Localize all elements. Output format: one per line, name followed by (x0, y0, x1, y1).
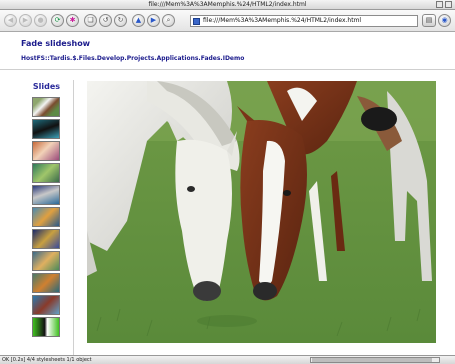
history-forward-icon[interactable]: ↻ (114, 14, 127, 27)
thumbnail-list (32, 97, 60, 339)
page-title: Fade slideshow (21, 39, 91, 48)
page-path: HostFS::Tardis.$.Files.Develop.Projects.… (21, 55, 245, 62)
window-title: file:///Mem%3A%3AMemphis.%24/HTML2/index… (148, 1, 307, 8)
forward-icon[interactable]: ▶ (19, 14, 32, 27)
hotlist-icon[interactable]: ❏ (84, 14, 97, 27)
reload-icon[interactable]: ⟳ (51, 14, 64, 27)
thumbnail-5[interactable] (32, 185, 60, 205)
thumbnail-10[interactable] (32, 295, 60, 315)
window-titlebar: file:///Mem%3A%3AMemphis.%24/HTML2/index… (0, 0, 455, 10)
page-icon (193, 18, 200, 25)
browser-toolbar: ◀ ▶ ● ⟳ ✱ ❏ ↺ ↻ ▲ ▶ ⌕ file:///Mem%3A%3AM… (0, 10, 455, 32)
search-icon[interactable]: ⌕ (162, 14, 175, 27)
slides-heading: Slides (32, 82, 61, 91)
iconize-button[interactable] (436, 1, 443, 8)
scrollbar-thumb[interactable] (312, 358, 432, 362)
status-bar: OK [0.2s] 4/4 stylesheets 1/1 object (0, 355, 455, 364)
slideshow-image (87, 81, 436, 343)
thumbnail-11[interactable] (32, 317, 60, 337)
thumbnail-3[interactable] (32, 141, 60, 161)
thumbnail-7[interactable] (32, 229, 60, 249)
horses-photo (87, 81, 436, 343)
thumbnail-8[interactable] (32, 251, 60, 271)
thumbnail-1[interactable] (32, 97, 60, 117)
up-icon[interactable]: ▲ (132, 14, 145, 27)
history-back-icon[interactable]: ↺ (99, 14, 112, 27)
thumbnail-4[interactable] (32, 163, 60, 183)
back-icon[interactable]: ◀ (4, 14, 17, 27)
url-history-icon[interactable]: ▤ (422, 14, 436, 27)
thumbnail-2[interactable] (32, 119, 60, 139)
home-icon[interactable]: ✱ (66, 14, 79, 27)
toggle-size-button[interactable] (445, 1, 452, 8)
url-text: file:///Mem%3A%3AMemphis.%24/HTML2/index… (203, 17, 362, 24)
go-icon[interactable]: ◉ (438, 14, 451, 27)
window-controls (436, 1, 452, 8)
thumbnail-6[interactable] (32, 207, 60, 227)
page-header: Fade slideshow HostFS::Tardis.$.Files.De… (0, 33, 455, 70)
thumbnail-9[interactable] (32, 273, 60, 293)
next-icon[interactable]: ▶ (147, 14, 160, 27)
url-input[interactable]: file:///Mem%3A%3AMemphis.%24/HTML2/index… (190, 15, 418, 27)
stop-icon[interactable]: ● (34, 14, 47, 27)
slides-sidebar: Slides (19, 80, 74, 355)
status-text: OK [0.2s] 4/4 stylesheets 1/1 object (2, 357, 92, 363)
page-content: Fade slideshow HostFS::Tardis.$.Files.De… (0, 33, 455, 355)
